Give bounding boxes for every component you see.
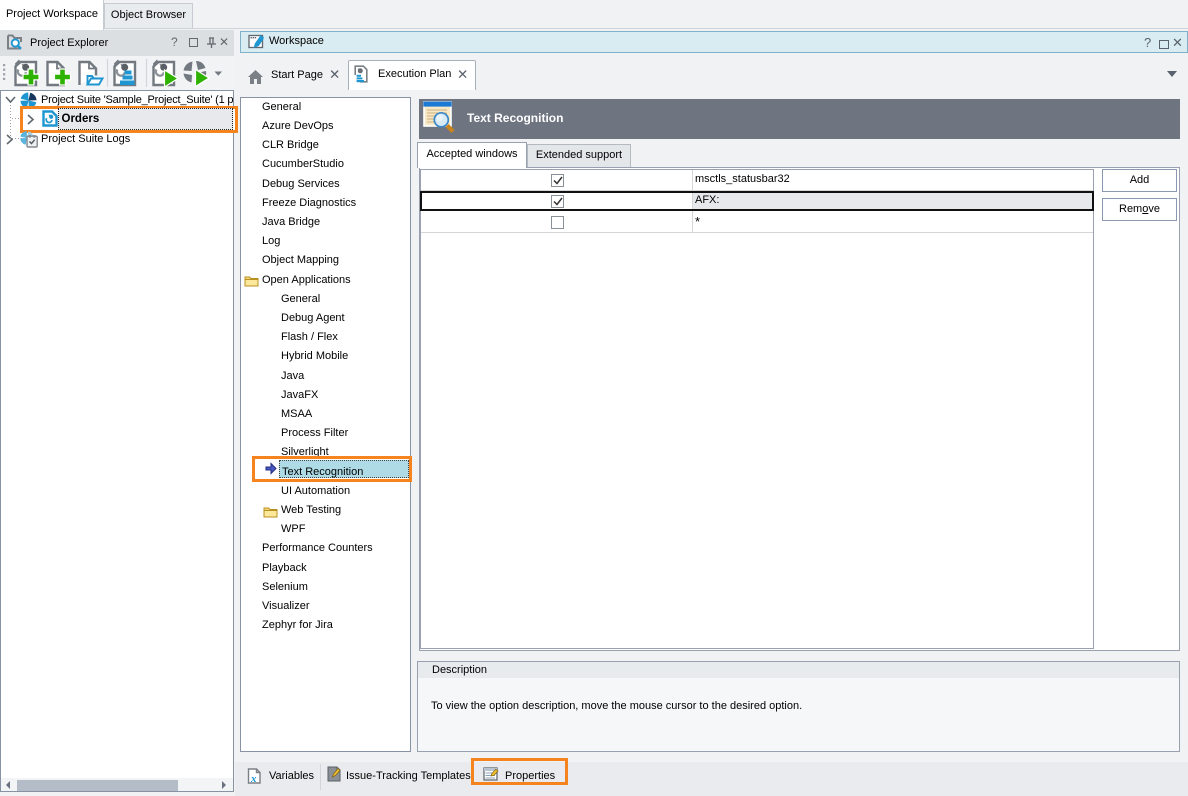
svg-text:x: x — [250, 773, 257, 784]
